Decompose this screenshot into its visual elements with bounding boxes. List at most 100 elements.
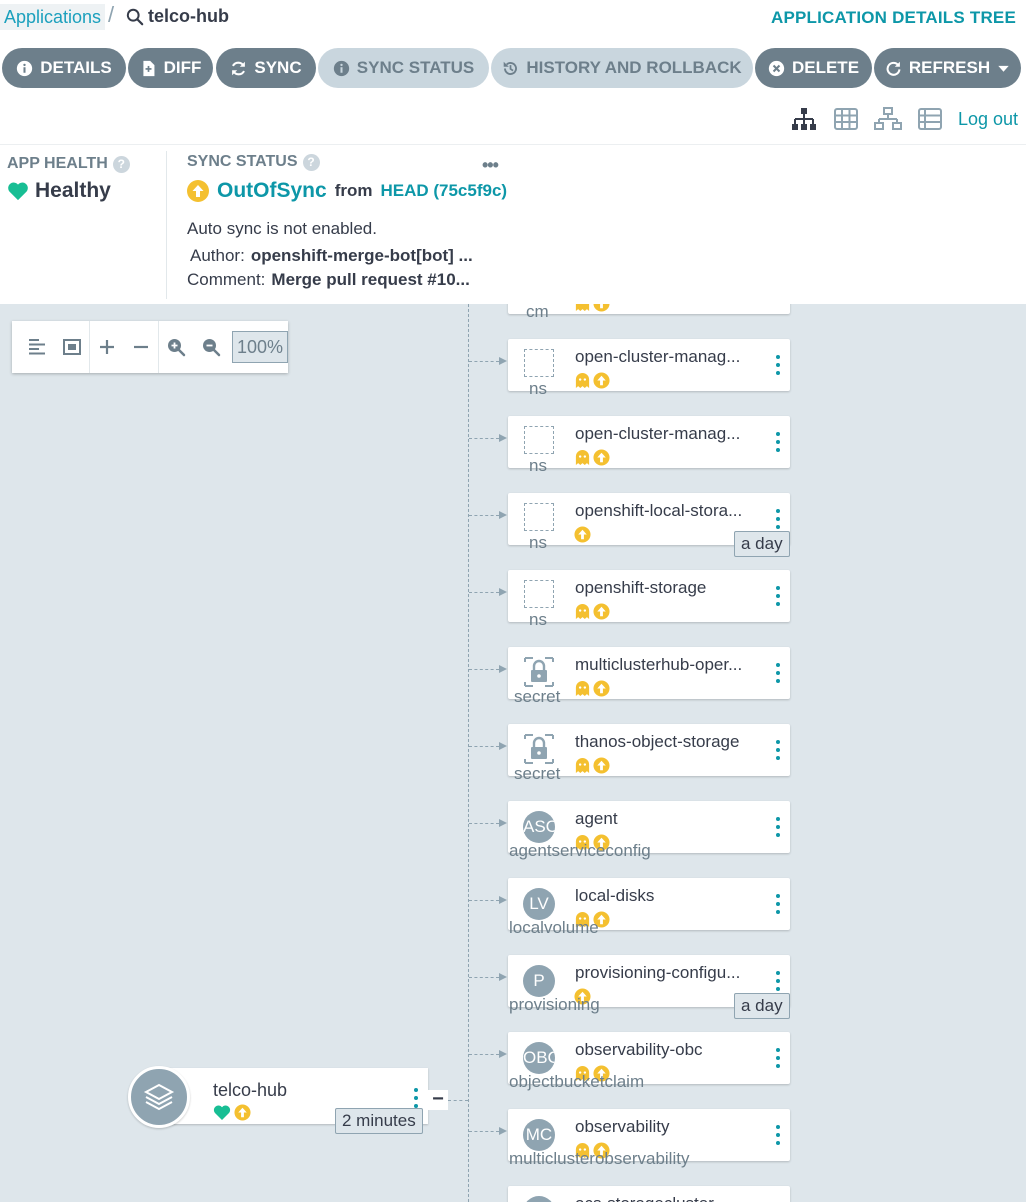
kebab-menu-icon[interactable] — [776, 663, 780, 683]
collapse-toggle[interactable]: − — [428, 1089, 448, 1110]
sync-button[interactable]: SYNC — [216, 48, 316, 88]
breadcrumb-current[interactable]: telco-hub — [126, 6, 229, 27]
missing-ghost-icon — [575, 372, 590, 389]
resource-kind: ns — [529, 610, 547, 629]
resource-tree-graph[interactable]: cm open-cluster-manag... ns open-cluster-m… — [0, 304, 1026, 1202]
edge-arrow — [499, 819, 507, 827]
zoom-in-icon[interactable] — [159, 321, 193, 373]
resource-name: multiclusterhub-oper... — [575, 655, 743, 674]
age-badge: a day — [734, 531, 790, 557]
out-of-sync-icon — [593, 603, 610, 620]
edge-arrow — [499, 1050, 507, 1058]
resource-node[interactable]: openshift-storage ns — [508, 570, 790, 629]
resource-node-partial[interactable]: cm — [508, 304, 790, 321]
kebab-menu-icon[interactable] — [776, 971, 780, 991]
network-view-icon[interactable] — [872, 106, 904, 132]
edge-arrow — [499, 896, 507, 904]
more-options-icon[interactable]: ••• — [482, 155, 499, 176]
out-of-sync-icon — [187, 180, 209, 202]
kebab-menu-icon[interactable] — [776, 432, 780, 452]
kebab-menu-icon[interactable] — [414, 1088, 418, 1108]
collapse-all-icon[interactable] — [124, 321, 158, 373]
edge — [469, 823, 499, 824]
divider — [166, 151, 167, 299]
kebab-menu-icon[interactable] — [776, 355, 780, 375]
resource-node[interactable]: thanos-object-storage secret — [508, 724, 790, 783]
kebab-menu-icon[interactable] — [776, 1125, 780, 1145]
help-icon[interactable]: ? — [302, 153, 320, 171]
resource-node[interactable]: open-cluster-manag... ns — [508, 416, 790, 475]
kind-abbrev-icon: P — [523, 965, 555, 997]
details-button[interactable]: DETAILS — [2, 48, 126, 88]
pods-grid-view-icon[interactable] — [830, 106, 862, 132]
sync-status-line[interactable]: OutOfSync from HEAD (75c5f9c) — [187, 179, 507, 203]
node-badges — [574, 603, 610, 620]
resource-name: ocs-storagecluster — [575, 1194, 755, 1202]
breadcrumb-applications-link[interactable]: Applications — [0, 4, 106, 30]
resource-node[interactable]: multiclusterhub-oper... secret — [508, 647, 790, 706]
resource-name: openshift-local-stora... — [575, 501, 743, 520]
kind-abbrev-icon: OBC — [523, 1042, 555, 1074]
caret-down-icon[interactable] — [997, 62, 1010, 75]
app-health-heading: APP HEALTH ? — [7, 155, 130, 173]
resource-node[interactable]: ASC agent agentserviceconfig — [508, 801, 790, 860]
comment-value: Merge pull request #10... — [271, 270, 470, 289]
sync-status-button[interactable]: SYNC STATUS — [318, 48, 489, 88]
namespace-icon — [524, 503, 554, 531]
out-of-sync-icon — [593, 449, 610, 466]
kebab-menu-icon[interactable] — [776, 894, 780, 914]
out-of-sync-icon — [593, 680, 610, 697]
resource-node[interactable]: open-cluster-manag... ns — [508, 339, 790, 398]
node-kind: cm — [526, 304, 549, 321]
info-icon — [17, 60, 33, 76]
list-view-icon[interactable] — [914, 106, 946, 132]
breadcrumb-separator: / — [108, 2, 115, 27]
refresh-button[interactable]: REFRESH — [874, 48, 1021, 88]
missing-ghost-icon — [575, 680, 590, 697]
resource-node[interactable]: LV local-disks localvolume — [508, 878, 790, 937]
app-health-value[interactable]: Healthy — [7, 179, 111, 203]
out-of-sync-icon — [593, 757, 610, 774]
kebab-menu-icon[interactable] — [776, 586, 780, 606]
kebab-menu-icon[interactable] — [776, 817, 780, 837]
edge — [469, 900, 499, 901]
kebab-menu-icon[interactable] — [776, 740, 780, 760]
resource-node[interactable]: OBC observability-obc objectbucketclaim — [508, 1032, 790, 1091]
resource-kind: ns — [529, 533, 547, 552]
edge-arrow — [499, 742, 507, 750]
resource-node[interactable]: MC observability multiclusterobservability — [508, 1109, 790, 1168]
edge-arrow — [499, 665, 507, 673]
history-icon — [504, 61, 518, 75]
age-badge: 2 minutes — [335, 1108, 423, 1134]
out-of-sync-icon — [593, 304, 610, 312]
resource-node[interactable]: SC ocs-storagecluster — [508, 1186, 790, 1202]
kebab-menu-icon[interactable] — [776, 1048, 780, 1068]
align-left-icon[interactable] — [20, 321, 54, 373]
zoom-out-icon[interactable] — [194, 321, 228, 373]
edge — [469, 669, 499, 670]
help-icon[interactable]: ? — [112, 155, 130, 173]
fit-screen-icon[interactable] — [54, 321, 88, 373]
resource-kind: secret — [514, 687, 561, 706]
sync-revision-link[interactable]: HEAD (75c5f9c) — [380, 181, 507, 201]
missing-ghost-icon — [575, 304, 590, 312]
view-switcher: Log out — [788, 106, 1026, 132]
history-rollback-button[interactable]: HISTORY AND ROLLBACK — [491, 48, 753, 88]
app-health-title: APP HEALTH — [7, 155, 108, 172]
logout-link[interactable]: Log out — [958, 109, 1018, 130]
resource-kind: ns — [529, 379, 547, 398]
expand-all-icon[interactable] — [90, 321, 124, 373]
delete-button[interactable]: DELETE — [755, 48, 872, 88]
refresh-label: REFRESH — [908, 58, 991, 77]
sync-status-heading: SYNC STATUS ? — [187, 153, 320, 171]
zoom-level[interactable]: 100% — [231, 331, 289, 363]
namespace-icon — [524, 580, 554, 608]
age-badge: a day — [734, 993, 790, 1019]
kebab-menu-icon[interactable] — [776, 509, 780, 529]
tree-view-icon[interactable] — [788, 106, 820, 132]
missing-ghost-icon — [575, 757, 590, 774]
node-badges — [574, 757, 610, 774]
resource-name: provisioning-configu... — [575, 963, 741, 982]
node-badges — [213, 1104, 251, 1121]
diff-button[interactable]: DIFF — [128, 48, 213, 88]
